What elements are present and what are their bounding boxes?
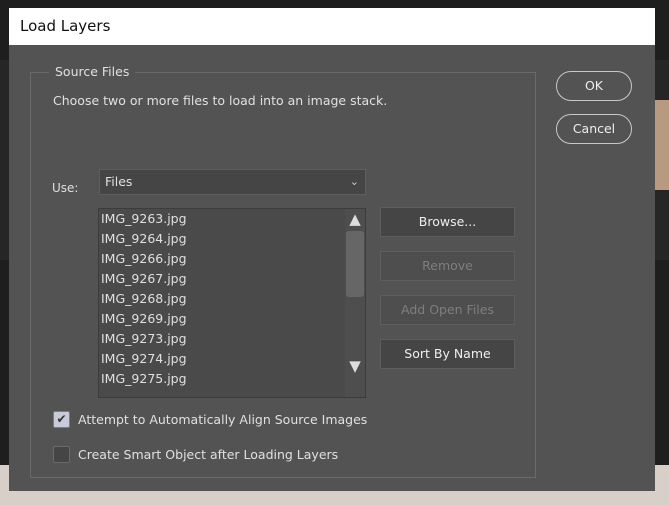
use-value: Files [105,174,133,189]
group-legend: Source Files [49,64,136,79]
ok-button[interactable]: OK [556,71,632,101]
align-checkbox[interactable]: ✔ [53,411,70,428]
add-open-files-button[interactable]: Add Open Files [380,295,515,325]
chevron-down-icon: ⌄ [349,175,359,188]
file-list-item[interactable]: IMG_9263.jpg [99,209,365,229]
use-select[interactable]: Files ⌄ [99,169,366,195]
source-files-group: Source Files Choose two or more files to… [30,64,536,478]
remove-button[interactable]: Remove [380,251,515,281]
file-list-item[interactable]: IMG_9275.jpg [99,369,365,389]
file-list-item[interactable]: IMG_9266.jpg [99,249,365,269]
smart-object-label[interactable]: Create Smart Object after Loading Layers [78,447,338,462]
scroll-up-icon[interactable]: ▲ [347,212,363,227]
smart-object-checkbox[interactable] [53,446,70,463]
file-list[interactable]: IMG_9263.jpg IMG_9264.jpg IMG_9266.jpg IMG_… [98,208,366,398]
cancel-button[interactable]: Cancel [556,114,632,144]
file-list-item[interactable]: IMG_9267.jpg [99,269,365,289]
scroll-thumb[interactable] [346,231,364,297]
file-list-item[interactable]: IMG_9274.jpg [99,349,365,369]
scroll-down-icon[interactable]: ▼ [347,359,363,374]
scrollbar[interactable]: ▲ ▼ [345,209,365,397]
dialog-title: Load Layers [9,8,655,45]
description: Choose two or more files to load into an… [53,93,388,108]
load-layers-dialog: Load Layers Source Files Choose two or m… [9,8,655,491]
background-image [655,100,669,190]
browse-button[interactable]: Browse... [380,207,515,237]
file-list-item[interactable]: IMG_9269.jpg [99,309,365,329]
use-label: Use: [52,181,79,195]
file-list-item[interactable]: IMG_9264.jpg [99,229,365,249]
file-list-item[interactable]: IMG_9273.jpg [99,329,365,349]
align-label[interactable]: Attempt to Automatically Align Source Im… [78,412,367,427]
file-list-item[interactable]: IMG_9268.jpg [99,289,365,309]
sort-by-name-button[interactable]: Sort By Name [380,339,515,369]
